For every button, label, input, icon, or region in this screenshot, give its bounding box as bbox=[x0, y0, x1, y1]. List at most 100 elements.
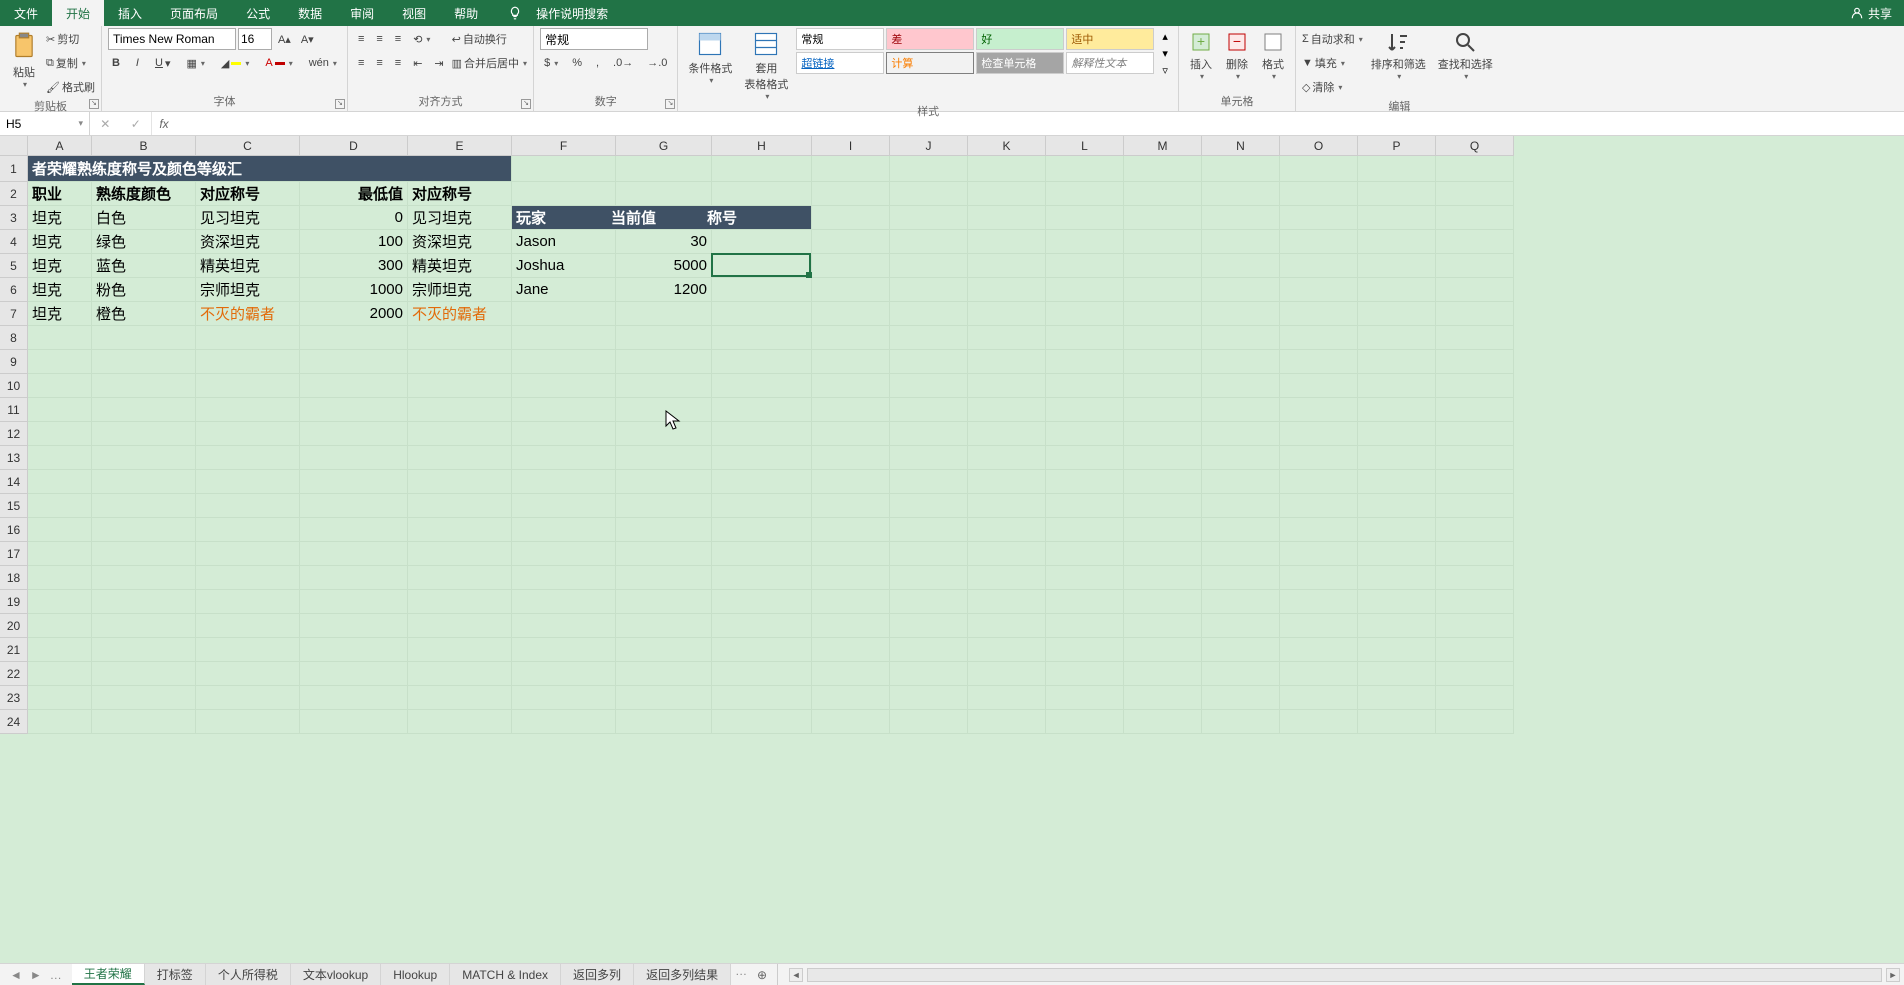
cell[interactable] bbox=[408, 326, 512, 350]
cell[interactable] bbox=[712, 230, 812, 254]
cell[interactable] bbox=[1202, 422, 1280, 446]
col-header-A[interactable]: A bbox=[28, 136, 92, 156]
sheet-tab-1[interactable]: 打标签 bbox=[145, 964, 206, 985]
cell-styles-gallery[interactable]: 常规 差 好 适中 超链接 计算 检查单元格 解释性文本 bbox=[796, 28, 1154, 74]
col-header-E[interactable]: E bbox=[408, 136, 512, 156]
cell[interactable] bbox=[1358, 350, 1436, 374]
cell[interactable] bbox=[1358, 470, 1436, 494]
cell[interactable] bbox=[1280, 566, 1358, 590]
percent-button[interactable]: % bbox=[568, 55, 586, 71]
cell[interactable] bbox=[1046, 350, 1124, 374]
cell[interactable]: 坦克 bbox=[28, 230, 92, 254]
cell[interactable] bbox=[1358, 494, 1436, 518]
cell[interactable] bbox=[1202, 710, 1280, 734]
cell[interactable]: 2000 bbox=[300, 302, 408, 326]
cell[interactable] bbox=[968, 686, 1046, 710]
cell[interactable] bbox=[1124, 614, 1202, 638]
align-right-button[interactable]: ≡ bbox=[391, 55, 405, 71]
style-neutral[interactable]: 适中 bbox=[1066, 28, 1154, 50]
col-header-K[interactable]: K bbox=[968, 136, 1046, 156]
row-header-24[interactable]: 24 bbox=[0, 710, 28, 734]
cell[interactable] bbox=[712, 518, 812, 542]
cell[interactable] bbox=[616, 542, 712, 566]
col-header-F[interactable]: F bbox=[512, 136, 616, 156]
row-header-13[interactable]: 13 bbox=[0, 446, 28, 470]
cell[interactable] bbox=[1436, 422, 1514, 446]
cell[interactable] bbox=[408, 710, 512, 734]
cell[interactable] bbox=[1046, 374, 1124, 398]
cell[interactable] bbox=[812, 566, 890, 590]
cell[interactable] bbox=[712, 566, 812, 590]
cell[interactable] bbox=[812, 156, 890, 182]
cut-button[interactable]: ✂剪切 bbox=[46, 28, 95, 50]
cell[interactable] bbox=[968, 638, 1046, 662]
cell[interactable] bbox=[1358, 422, 1436, 446]
cell[interactable] bbox=[1202, 686, 1280, 710]
cell[interactable]: 粉色 bbox=[92, 278, 196, 302]
cell[interactable] bbox=[712, 422, 812, 446]
horizontal-scrollbar[interactable]: ◄ ► bbox=[785, 964, 1904, 985]
cell[interactable] bbox=[890, 230, 968, 254]
shrink-font-button[interactable]: A▾ bbox=[297, 31, 318, 48]
cell[interactable] bbox=[1202, 350, 1280, 374]
row-header-19[interactable]: 19 bbox=[0, 590, 28, 614]
cell[interactable] bbox=[1280, 278, 1358, 302]
cell[interactable] bbox=[1124, 710, 1202, 734]
cell[interactable] bbox=[196, 614, 300, 638]
cell[interactable] bbox=[512, 614, 616, 638]
cell[interactable] bbox=[1124, 230, 1202, 254]
cell[interactable] bbox=[1280, 182, 1358, 206]
cell[interactable] bbox=[1280, 494, 1358, 518]
cell[interactable] bbox=[408, 686, 512, 710]
menu-tab-视图[interactable]: 视图 bbox=[388, 0, 440, 26]
cell[interactable] bbox=[1280, 470, 1358, 494]
cell[interactable] bbox=[1358, 542, 1436, 566]
style-checkcell[interactable]: 检查单元格 bbox=[976, 52, 1064, 74]
cell[interactable] bbox=[512, 302, 616, 326]
cell[interactable] bbox=[712, 278, 812, 302]
cell[interactable] bbox=[890, 686, 968, 710]
cell[interactable] bbox=[812, 638, 890, 662]
cell[interactable] bbox=[1358, 710, 1436, 734]
cell[interactable]: 资深坦克 bbox=[408, 230, 512, 254]
cell[interactable] bbox=[408, 566, 512, 590]
cell[interactable] bbox=[408, 662, 512, 686]
cell[interactable] bbox=[1280, 542, 1358, 566]
cell[interactable] bbox=[196, 350, 300, 374]
decrease-decimal-button[interactable]: →.0 bbox=[643, 55, 671, 71]
cell[interactable] bbox=[890, 302, 968, 326]
add-sheet-button[interactable]: ⊕ bbox=[751, 964, 773, 985]
cell[interactable] bbox=[1436, 182, 1514, 206]
sheet-nav[interactable]: ◄►… bbox=[0, 964, 72, 985]
cell[interactable] bbox=[28, 494, 92, 518]
cell[interactable] bbox=[1436, 494, 1514, 518]
cell[interactable] bbox=[1202, 446, 1280, 470]
cell[interactable] bbox=[1124, 566, 1202, 590]
grow-font-button[interactable]: A▴ bbox=[274, 31, 295, 48]
cell[interactable] bbox=[812, 470, 890, 494]
row-header-2[interactable]: 2 bbox=[0, 182, 28, 206]
cell[interactable] bbox=[196, 542, 300, 566]
cell[interactable] bbox=[1358, 254, 1436, 278]
cell[interactable] bbox=[512, 470, 616, 494]
cell[interactable] bbox=[1046, 326, 1124, 350]
indent-decrease-button[interactable]: ⇤ bbox=[409, 55, 426, 72]
sheet-tab-0[interactable]: 王者荣耀 bbox=[72, 964, 145, 985]
cell[interactable] bbox=[1124, 278, 1202, 302]
cell[interactable] bbox=[712, 542, 812, 566]
cell[interactable] bbox=[1436, 302, 1514, 326]
cell[interactable] bbox=[1280, 156, 1358, 182]
cell[interactable] bbox=[1436, 206, 1514, 230]
cell[interactable] bbox=[92, 710, 196, 734]
cell[interactable] bbox=[616, 494, 712, 518]
cell[interactable] bbox=[1046, 470, 1124, 494]
cell[interactable] bbox=[616, 638, 712, 662]
cell[interactable] bbox=[512, 662, 616, 686]
cell[interactable] bbox=[968, 614, 1046, 638]
cell[interactable] bbox=[196, 518, 300, 542]
cell[interactable] bbox=[812, 374, 890, 398]
cell[interactable] bbox=[890, 494, 968, 518]
cell[interactable] bbox=[28, 566, 92, 590]
menu-tab-数据[interactable]: 数据 bbox=[284, 0, 336, 26]
cell[interactable] bbox=[1124, 590, 1202, 614]
